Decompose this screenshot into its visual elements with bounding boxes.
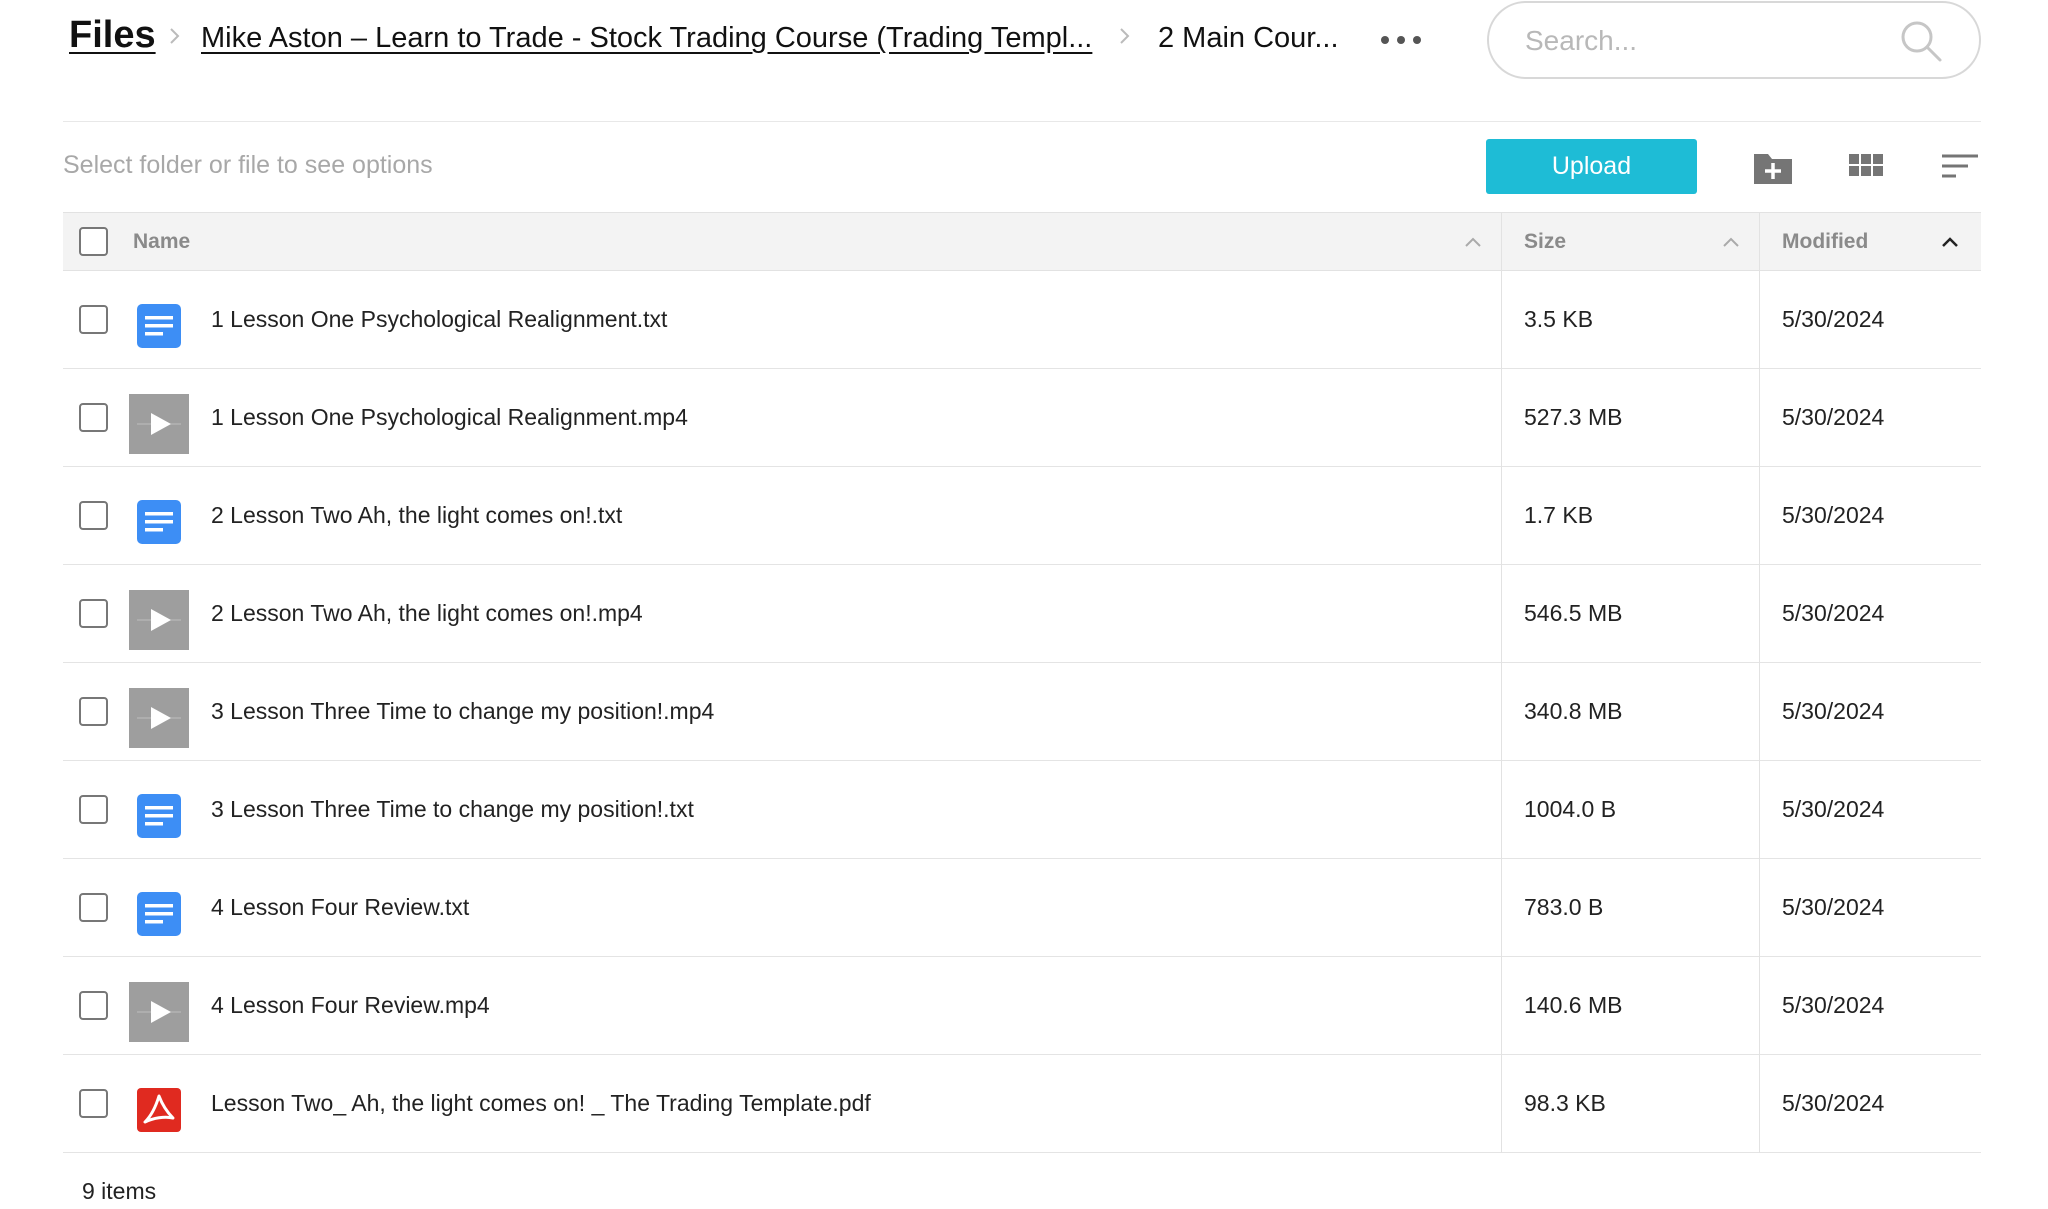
file-size: 3.5 KB	[1524, 306, 1594, 332]
sort-options-icon[interactable]	[1940, 146, 1982, 188]
file-name[interactable]: 2 Lesson Two Ah, the light comes on!.mp4	[211, 600, 643, 627]
column-separator	[1759, 369, 1760, 467]
sort-size-icon[interactable]	[1721, 235, 1741, 249]
file-modified: 5/30/2024	[1782, 306, 1885, 332]
file-modified: 5/30/2024	[1782, 992, 1885, 1018]
item-count: 9 items	[82, 1178, 157, 1204]
table-row[interactable]: 3 Lesson Three Time to change my positio…	[63, 761, 1981, 859]
file-modified: 5/30/2024	[1782, 404, 1885, 430]
search-input[interactable]	[1523, 19, 1887, 63]
video-thumbnail-icon	[129, 394, 189, 454]
search-icon[interactable]	[1899, 19, 1943, 63]
breadcrumb-root[interactable]: Files	[69, 14, 156, 57]
table-row[interactable]: Lesson Two_ Ah, the light comes on! _ Th…	[63, 1055, 1981, 1153]
file-name[interactable]: 1 Lesson One Psychological Realignment.m…	[211, 404, 688, 431]
row-checkbox[interactable]	[79, 305, 108, 334]
file-modified: 5/30/2024	[1782, 796, 1885, 822]
row-checkbox[interactable]	[79, 697, 108, 726]
file-size: 98.3 KB	[1524, 1090, 1606, 1116]
table-row[interactable]: 1 Lesson One Psychological Realignment.t…	[63, 271, 1981, 369]
column-separator	[1759, 213, 1760, 272]
column-separator	[1759, 859, 1760, 957]
column-separator	[1501, 467, 1502, 565]
column-separator	[1759, 957, 1760, 1055]
column-separator	[1501, 1055, 1502, 1153]
sort-modified-icon[interactable]	[1940, 235, 1960, 249]
file-size: 527.3 MB	[1524, 404, 1623, 430]
header-divider	[63, 121, 1981, 122]
column-separator	[1759, 271, 1760, 369]
breadcrumb-folder[interactable]: Mike Aston – Learn to Trade - Stock Trad…	[201, 22, 1099, 55]
row-checkbox[interactable]	[79, 1089, 108, 1118]
column-separator	[1759, 761, 1760, 859]
chevron-right-icon	[1118, 26, 1132, 46]
search-box	[1487, 1, 1981, 79]
video-thumbnail-icon	[129, 982, 189, 1042]
sort-name-icon[interactable]	[1463, 235, 1483, 249]
row-checkbox[interactable]	[79, 893, 108, 922]
new-folder-icon[interactable]	[1752, 146, 1794, 188]
column-header-modified[interactable]: Modified	[1782, 230, 1868, 254]
chevron-right-icon	[168, 26, 182, 46]
column-separator	[1501, 859, 1502, 957]
doc-icon	[129, 296, 189, 356]
table-header: Name Size Modified	[63, 212, 1981, 272]
more-options-icon[interactable]	[1381, 20, 1421, 60]
file-name[interactable]: 3 Lesson Three Time to change my positio…	[211, 796, 694, 823]
column-header-name[interactable]: Name	[133, 230, 190, 254]
file-name[interactable]: 2 Lesson Two Ah, the light comes on!.txt	[211, 502, 622, 529]
column-separator	[1759, 663, 1760, 761]
column-separator	[1501, 761, 1502, 859]
grid-view-icon[interactable]	[1845, 146, 1887, 188]
file-size: 1004.0 B	[1524, 796, 1617, 822]
column-separator	[1501, 663, 1502, 761]
file-size: 783.0 B	[1524, 894, 1604, 920]
table-row[interactable]: 2 Lesson Two Ah, the light comes on!.mp4…	[63, 565, 1981, 663]
column-separator	[1759, 467, 1760, 565]
file-name[interactable]: 4 Lesson Four Review.mp4	[211, 992, 490, 1019]
file-name[interactable]: 3 Lesson Three Time to change my positio…	[211, 698, 714, 725]
table-row[interactable]: 4 Lesson Four Review.txt 783.0 B 5/30/2024	[63, 859, 1981, 957]
file-modified: 5/30/2024	[1782, 502, 1885, 528]
pdf-icon	[129, 1080, 189, 1140]
file-size: 140.6 MB	[1524, 992, 1623, 1018]
select-all-checkbox[interactable]	[79, 227, 108, 256]
column-separator	[1501, 213, 1502, 272]
file-name[interactable]: Lesson Two_ Ah, the light comes on! _ Th…	[211, 1090, 871, 1117]
table-row[interactable]: 3 Lesson Three Time to change my positio…	[63, 663, 1981, 761]
file-size: 340.8 MB	[1524, 698, 1623, 724]
file-size: 1.7 KB	[1524, 502, 1594, 528]
row-checkbox[interactable]	[79, 991, 108, 1020]
breadcrumb-current: 2 Main Cour...	[1158, 22, 1339, 54]
upload-button[interactable]: Upload	[1486, 139, 1697, 194]
file-name[interactable]: 4 Lesson Four Review.txt	[211, 894, 469, 921]
row-checkbox[interactable]	[79, 795, 108, 824]
column-separator	[1501, 957, 1502, 1055]
file-name[interactable]: 1 Lesson One Psychological Realignment.t…	[211, 306, 667, 333]
top-bar: Files Mike Aston – Learn to Trade - Stoc…	[0, 0, 2048, 84]
table-row[interactable]: 2 Lesson Two Ah, the light comes on!.txt…	[63, 467, 1981, 565]
file-modified: 5/30/2024	[1782, 600, 1885, 626]
row-checkbox[interactable]	[79, 501, 108, 530]
column-separator	[1759, 1055, 1760, 1153]
row-checkbox[interactable]	[79, 403, 108, 432]
column-separator	[1501, 565, 1502, 663]
file-modified: 5/30/2024	[1782, 1090, 1885, 1116]
video-thumbnail-icon	[129, 688, 189, 748]
column-separator	[1501, 271, 1502, 369]
row-checkbox[interactable]	[79, 599, 108, 628]
file-size: 546.5 MB	[1524, 600, 1623, 626]
doc-icon	[129, 786, 189, 846]
table-row[interactable]: 4 Lesson Four Review.mp4 140.6 MB 5/30/202…	[63, 957, 1981, 1055]
table-row[interactable]: 1 Lesson One Psychological Realignment.m…	[63, 369, 1981, 467]
column-header-size[interactable]: Size	[1524, 230, 1566, 254]
selection-hint: Select folder or file to see options	[63, 151, 433, 179]
column-separator	[1759, 565, 1760, 663]
doc-icon	[129, 492, 189, 552]
video-thumbnail-icon	[129, 590, 189, 650]
file-modified: 5/30/2024	[1782, 894, 1885, 920]
column-separator	[1501, 369, 1502, 467]
file-modified: 5/30/2024	[1782, 698, 1885, 724]
doc-icon	[129, 884, 189, 944]
